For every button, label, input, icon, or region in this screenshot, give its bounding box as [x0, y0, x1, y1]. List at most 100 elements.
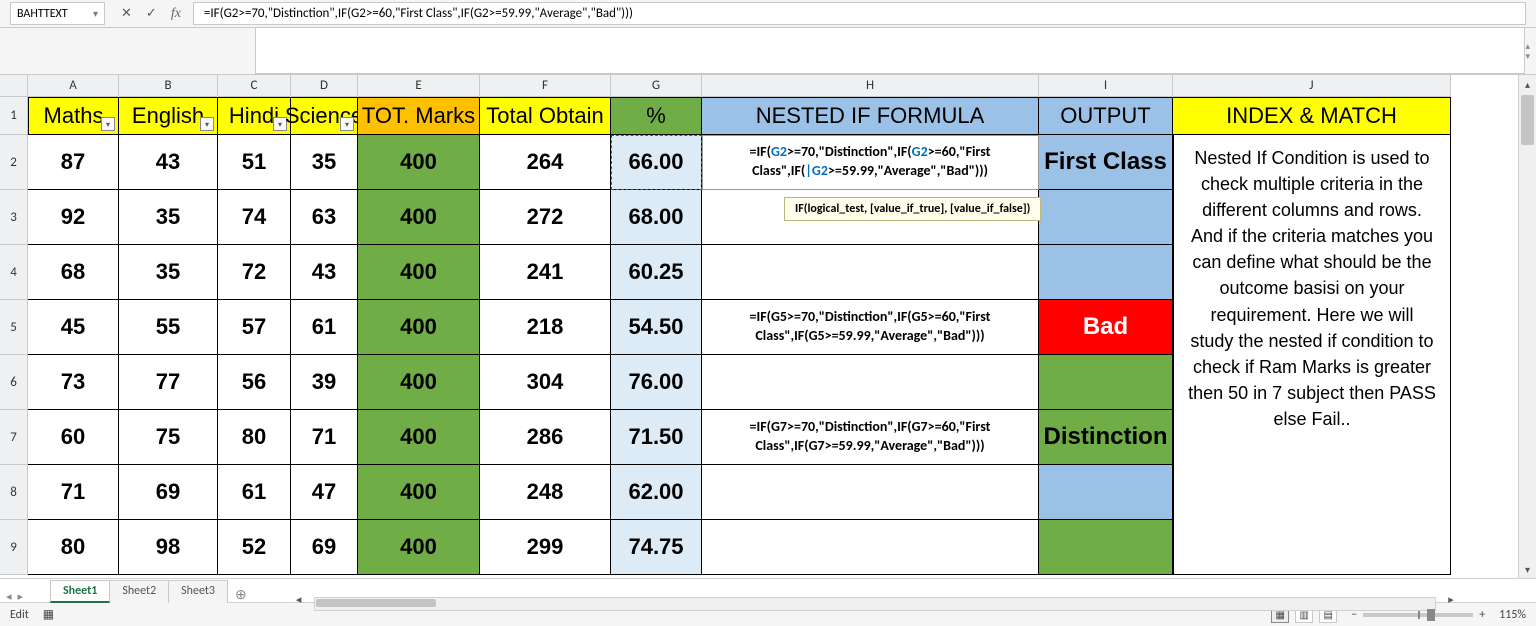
header-cell[interactable]: INDEX & MATCH	[1173, 97, 1451, 135]
data-cell[interactable]: 60	[28, 410, 119, 465]
hscroll-thumb[interactable]	[316, 599, 436, 607]
output-cell[interactable]	[1039, 190, 1173, 245]
total-obtain-cell[interactable]: 299	[480, 520, 611, 575]
row-header[interactable]: 7	[0, 410, 28, 465]
output-cell[interactable]	[1039, 520, 1173, 575]
formula-cell[interactable]	[702, 465, 1039, 520]
total-obtain-cell[interactable]: 241	[480, 245, 611, 300]
row-header[interactable]: 6	[0, 355, 28, 410]
data-cell[interactable]: 43	[291, 245, 358, 300]
data-cell[interactable]: 35	[119, 190, 218, 245]
data-cell[interactable]: 87	[28, 135, 119, 190]
accept-edit-icon[interactable]: ✓	[146, 6, 157, 21]
data-cell[interactable]: 35	[119, 245, 218, 300]
tot-marks-cell[interactable]: 400	[358, 355, 480, 410]
scroll-left-icon[interactable]: ◂	[290, 593, 308, 606]
data-cell[interactable]: 80	[28, 520, 119, 575]
tot-marks-cell[interactable]: 400	[358, 245, 480, 300]
total-obtain-cell[interactable]: 272	[480, 190, 611, 245]
data-cell[interactable]: 75	[119, 410, 218, 465]
data-cell[interactable]: 57	[218, 300, 291, 355]
data-cell[interactable]: 77	[119, 355, 218, 410]
fx-icon[interactable]: fx	[171, 6, 181, 22]
data-cell[interactable]: 73	[28, 355, 119, 410]
output-cell[interactable]	[1039, 465, 1173, 520]
scroll-right-icon[interactable]: ▸	[1442, 593, 1460, 606]
column-header[interactable]: J	[1173, 75, 1451, 97]
column-header[interactable]: F	[480, 75, 611, 97]
header-cell[interactable]: Science▾	[291, 97, 358, 135]
data-cell[interactable]: 92	[28, 190, 119, 245]
add-sheet-button[interactable]: ⊕	[227, 584, 255, 603]
output-cell[interactable]: First Class	[1039, 135, 1173, 190]
percent-cell[interactable]: 66.00	[611, 135, 702, 190]
row-header[interactable]: 3	[0, 190, 28, 245]
formula-bar-expanded[interactable]	[255, 28, 1525, 74]
formula-cell[interactable]: =IF(G7>=70,"Distinction",IF(G7>=60,"Firs…	[702, 410, 1039, 465]
formula-cell[interactable]	[702, 355, 1039, 410]
zoom-thumb[interactable]	[1427, 609, 1435, 621]
data-cell[interactable]: 74	[218, 190, 291, 245]
data-cell[interactable]: 98	[119, 520, 218, 575]
total-obtain-cell[interactable]: 264	[480, 135, 611, 190]
data-cell[interactable]: 45	[28, 300, 119, 355]
percent-cell[interactable]: 62.00	[611, 465, 702, 520]
sheet-tab[interactable]: Sheet1	[50, 580, 110, 603]
header-cell[interactable]: TOT. Marks	[358, 97, 480, 135]
data-cell[interactable]: 47	[291, 465, 358, 520]
data-cell[interactable]: 56	[218, 355, 291, 410]
header-cell[interactable]: English▾	[119, 97, 218, 135]
percent-cell[interactable]: 74.75	[611, 520, 702, 575]
sheet-nav-prev-icon[interactable]: ◂	[6, 590, 12, 603]
formula-cell[interactable]	[702, 520, 1039, 575]
sheet-tab[interactable]: Sheet2	[109, 580, 169, 603]
data-cell[interactable]: 71	[28, 465, 119, 520]
data-cell[interactable]: 39	[291, 355, 358, 410]
formula-cell[interactable]: =IF(G5>=70,"Distinction",IF(G5>=60,"Firs…	[702, 300, 1039, 355]
output-cell[interactable]	[1039, 355, 1173, 410]
header-cell[interactable]: Hindi▾	[218, 97, 291, 135]
column-header[interactable]: G	[611, 75, 702, 97]
row-header[interactable]: 5	[0, 300, 28, 355]
scroll-down-icon[interactable]: ▾	[1519, 560, 1536, 578]
data-cell[interactable]: 61	[218, 465, 291, 520]
sheet-tab[interactable]: Sheet3	[168, 580, 228, 603]
formula-input[interactable]: =IF(G2>=70,"Distinction",IF(G2>=60,"Firs…	[193, 2, 1526, 25]
data-cell[interactable]: 69	[291, 520, 358, 575]
percent-cell[interactable]: 76.00	[611, 355, 702, 410]
column-header[interactable]: A	[28, 75, 119, 97]
total-obtain-cell[interactable]: 286	[480, 410, 611, 465]
scroll-up-icon[interactable]: ▴	[1519, 75, 1536, 93]
name-box-dropdown-icon[interactable]: ▾	[93, 7, 98, 20]
cancel-edit-icon[interactable]: ✕	[121, 6, 132, 21]
filter-icon[interactable]: ▾	[101, 117, 115, 131]
vertical-scrollbar[interactable]: ▴ ▾	[1518, 75, 1536, 578]
column-header[interactable]: C	[218, 75, 291, 97]
zoom-in-icon[interactable]: +	[1479, 608, 1485, 622]
formula-cell[interactable]	[702, 245, 1039, 300]
header-cell[interactable]: Total Obtain	[480, 97, 611, 135]
percent-cell[interactable]: 60.25	[611, 245, 702, 300]
row-header[interactable]: 8	[0, 465, 28, 520]
data-cell[interactable]: 72	[218, 245, 291, 300]
vscroll-thumb[interactable]	[1521, 95, 1534, 145]
data-cell[interactable]: 68	[28, 245, 119, 300]
data-cell[interactable]: 71	[291, 410, 358, 465]
data-cell[interactable]: 52	[218, 520, 291, 575]
data-cell[interactable]: 51	[218, 135, 291, 190]
tot-marks-cell[interactable]: 400	[358, 300, 480, 355]
tot-marks-cell[interactable]: 400	[358, 410, 480, 465]
output-cell[interactable]: Distinction	[1039, 410, 1173, 465]
data-cell[interactable]: 43	[119, 135, 218, 190]
name-box[interactable]: BAHTTEXT ▾	[10, 2, 105, 25]
data-cell[interactable]: 69	[119, 465, 218, 520]
data-cell[interactable]: 35	[291, 135, 358, 190]
tot-marks-cell[interactable]: 400	[358, 190, 480, 245]
column-header[interactable]: B	[119, 75, 218, 97]
percent-cell[interactable]: 54.50	[611, 300, 702, 355]
select-all-corner[interactable]	[0, 75, 28, 97]
percent-cell[interactable]: 68.00	[611, 190, 702, 245]
data-cell[interactable]: 80	[218, 410, 291, 465]
row-header[interactable]: 4	[0, 245, 28, 300]
output-cell[interactable]: Bad	[1039, 300, 1173, 355]
